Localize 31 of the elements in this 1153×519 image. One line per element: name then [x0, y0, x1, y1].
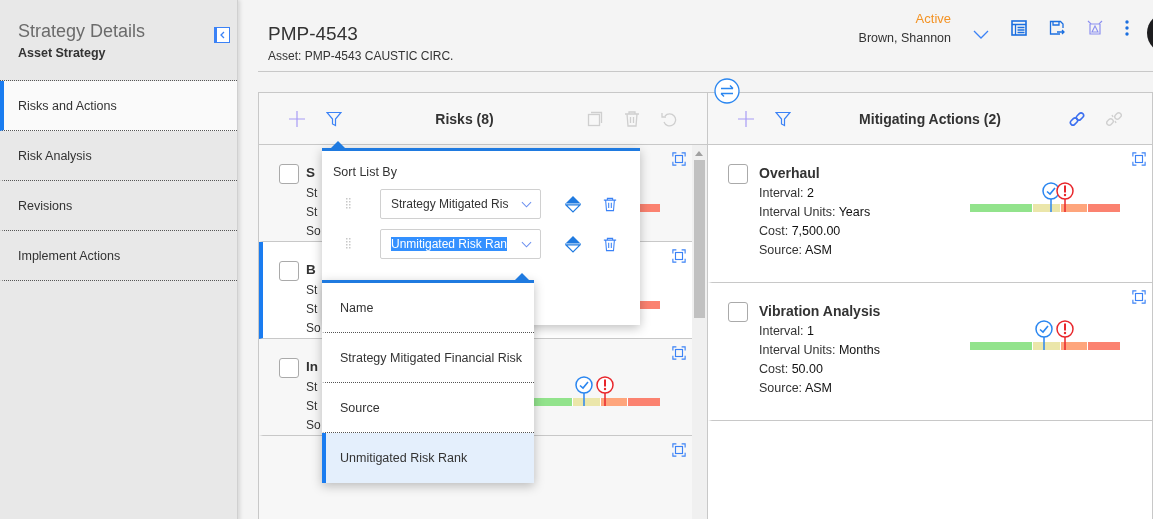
risk-name: In [306, 358, 318, 376]
risk-detail: St [306, 282, 318, 299]
popup-title: Sort List By [333, 165, 398, 179]
action-name: Overhaul [759, 164, 820, 182]
risk-detail: St [306, 301, 318, 318]
risk-detail: So [306, 223, 321, 240]
sidebar-title: Strategy Details [18, 20, 146, 43]
action-detail: Interval: 2 [759, 185, 814, 202]
risk-detail: St [306, 398, 318, 415]
status-label: Active [915, 11, 951, 26]
owner-name: Brown, Shannon [858, 31, 951, 45]
action-detail: Interval Units: Months [759, 342, 880, 359]
action-detail: Cost: 50.00 [759, 361, 823, 378]
risk-detail: St [306, 379, 318, 396]
action-detail: Source: ASM [759, 242, 832, 259]
record-title: PMP-4543 [268, 22, 359, 46]
risk-detail: St [306, 204, 318, 221]
action-detail: Interval Units: Years [759, 204, 871, 221]
panel-title: Risks (8) [434, 110, 495, 127]
asset-label: Asset: PMP-4543 CAUSTIC CIRC. [268, 49, 454, 63]
panel-title: Mitigating Actions (2) [858, 110, 1002, 127]
risk-name: B [306, 261, 316, 279]
risk-name: S [306, 164, 315, 182]
action-name: Vibration Analysis [759, 302, 881, 320]
risk-detail: St [306, 185, 318, 202]
action-detail: Interval: 1 [759, 323, 814, 340]
risk-detail: So [306, 320, 321, 337]
risk-detail: So [306, 417, 321, 434]
sidebar-subtitle: Asset Strategy [18, 46, 107, 60]
action-detail: Source: ASM [759, 380, 832, 397]
action-detail: Cost: 7,500.00 [759, 223, 841, 240]
